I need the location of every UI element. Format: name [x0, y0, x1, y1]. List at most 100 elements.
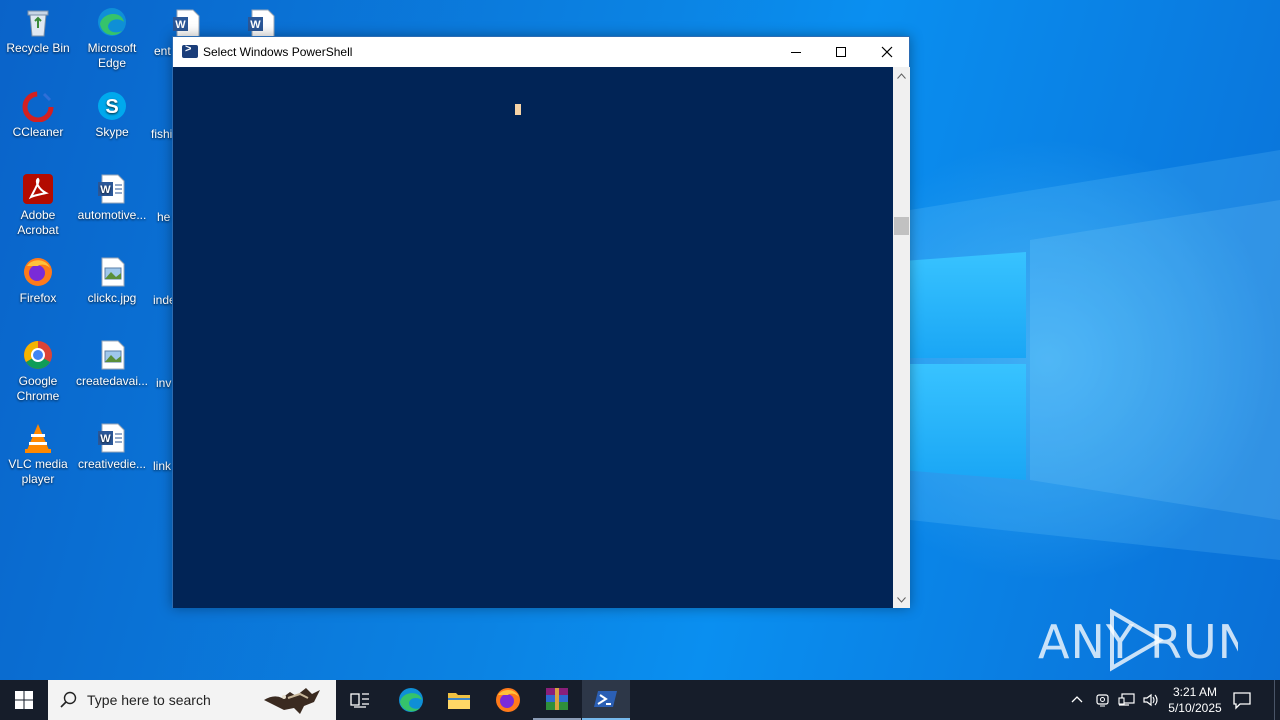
desktop-icon-recycle-bin[interactable]: Recycle Bin — [0, 6, 76, 56]
vlc-icon — [22, 422, 54, 454]
desktop-icon-label-partial[interactable]: link — [153, 459, 171, 473]
console-area[interactable] — [173, 67, 893, 608]
svg-text:S: S — [105, 96, 118, 118]
svg-text:W: W — [100, 433, 111, 445]
volume-icon — [1143, 693, 1158, 707]
chevron-up-icon — [1071, 696, 1083, 703]
desktop-icon-label: Skype — [95, 125, 129, 139]
text-cursor — [515, 104, 521, 115]
close-icon — [881, 46, 893, 58]
scroll-thumb[interactable] — [894, 217, 909, 235]
desktop-icon-label: Google Chrome — [16, 374, 60, 403]
desktop-icon-label: CCleaner — [12, 125, 64, 139]
desktop-icon-label: VLC media player — [8, 457, 68, 486]
taskbar-powershell[interactable] — [582, 680, 630, 720]
taskbar-file-explorer[interactable] — [435, 680, 483, 720]
notification-icon — [1233, 692, 1251, 710]
powershell-icon — [594, 691, 617, 707]
winrar-icon — [546, 688, 568, 710]
desktop-icon-microsoft-edge[interactable]: Microsoft Edge — [74, 6, 150, 71]
powershell-window[interactable]: > Select Windows PowerShell — [172, 36, 910, 608]
firefox-icon — [496, 688, 520, 712]
folder-icon — [448, 693, 470, 709]
maximize-button[interactable] — [818, 37, 864, 67]
start-button[interactable] — [0, 680, 48, 720]
edge-icon — [96, 6, 128, 38]
network-icon — [1118, 693, 1135, 706]
show-desktop-button[interactable] — [1274, 680, 1280, 720]
volume-button[interactable] — [1142, 692, 1160, 713]
svg-text:W: W — [250, 19, 261, 31]
search-placeholder: Type here to search — [87, 692, 211, 708]
skype-icon: S — [96, 90, 128, 122]
desktop-icon-label: createdavai... — [75, 374, 149, 388]
taskbar-search-box[interactable]: Type here to search — [48, 680, 336, 720]
chevron-up-icon — [897, 72, 906, 79]
desktop-icon-label: automotive... — [77, 208, 147, 222]
image-file-icon — [96, 339, 128, 371]
acrobat-icon — [22, 173, 54, 205]
svg-text:W: W — [175, 19, 186, 31]
taskbar-firefox[interactable] — [484, 680, 532, 720]
tray-device-button[interactable] — [1095, 692, 1111, 713]
chrome-icon — [22, 339, 54, 371]
clock[interactable]: 3:21 AM 5/10/2025 — [1166, 684, 1224, 716]
window-titlebar[interactable]: > Select Windows PowerShell — [173, 37, 909, 67]
ccleaner-icon — [22, 90, 54, 123]
svg-text:RUN: RUN — [1150, 615, 1238, 669]
desktop-icon-label-partial[interactable]: ent — [154, 44, 171, 58]
firefox-icon — [22, 256, 54, 288]
desktop-icon-label: Recycle Bin — [6, 41, 70, 55]
desktop-icon-createdavai[interactable]: createdavai... — [74, 339, 150, 389]
recycle-bin-icon — [22, 6, 54, 38]
desktop-icon-automotive[interactable]: W automotive... — [74, 173, 150, 223]
chevron-down-icon — [897, 596, 906, 603]
clock-time: 3:21 AM — [1172, 685, 1218, 699]
taskbar: Type here to search 3:21 AM 5/10/2025 — [0, 680, 1280, 720]
desktop-icon-label: Microsoft Edge — [87, 41, 137, 70]
network-button[interactable] — [1118, 692, 1136, 713]
desktop-icon-ccleaner[interactable]: CCleaner — [0, 90, 76, 140]
desktop-icon-adobe-acrobat[interactable]: Adobe Acrobat — [0, 173, 76, 238]
desktop-icon-creativedie[interactable]: W creativedie... — [74, 422, 150, 472]
desktop-icon-google-chrome[interactable]: Google Chrome — [0, 339, 76, 404]
edge-icon — [399, 688, 423, 712]
minimize-button[interactable] — [773, 37, 819, 67]
close-button[interactable] — [864, 37, 910, 67]
action-center-button[interactable] — [1232, 690, 1252, 715]
image-file-icon — [96, 256, 128, 288]
scroll-down-button[interactable] — [893, 591, 910, 608]
task-view-button[interactable] — [336, 680, 384, 720]
search-highlight-image — [264, 688, 320, 714]
maximize-icon — [836, 47, 846, 57]
vertical-scrollbar[interactable] — [893, 67, 910, 608]
word-doc-icon[interactable]: W — [246, 8, 278, 36]
search-icon — [60, 691, 77, 708]
desktop-icon-label: clickc.jpg — [87, 291, 137, 305]
desktop-icon-label: Adobe Acrobat — [17, 208, 59, 237]
taskbar-edge[interactable] — [387, 680, 435, 720]
device-icon — [1096, 694, 1109, 707]
task-view-icon — [350, 693, 369, 708]
scroll-up-button[interactable] — [893, 67, 910, 84]
word-doc-icon: W — [96, 173, 128, 205]
desktop-icon-clickc[interactable]: clickc.jpg — [74, 256, 150, 306]
windows-logo-wallpaper — [910, 242, 1030, 482]
desktop-icon-vlc[interactable]: VLC media player — [0, 422, 76, 487]
anyrun-logo: ANY RUN — [1038, 608, 1238, 672]
desktop-icon-label: creativedie... — [77, 457, 147, 471]
desktop-icon-skype[interactable]: S Skype — [74, 90, 150, 140]
desktop-icon-label-partial[interactable]: he — [157, 210, 170, 224]
show-hidden-icons-button[interactable] — [1070, 692, 1084, 711]
clock-date: 5/10/2025 — [1168, 701, 1222, 715]
word-doc-icon: W — [96, 422, 128, 454]
svg-text:W: W — [100, 184, 111, 196]
desktop-icon-label-partial[interactable]: inv — [156, 376, 171, 390]
minimize-icon — [791, 52, 801, 53]
taskbar-winrar[interactable] — [533, 680, 581, 720]
window-title: Select Windows PowerShell — [203, 45, 353, 59]
windows-start-icon — [15, 691, 33, 709]
desktop-icon-label-partial[interactable]: fishi — [151, 127, 172, 141]
desktop-icon-label: Firefox — [19, 291, 57, 305]
desktop-icon-firefox[interactable]: Firefox — [0, 256, 76, 306]
